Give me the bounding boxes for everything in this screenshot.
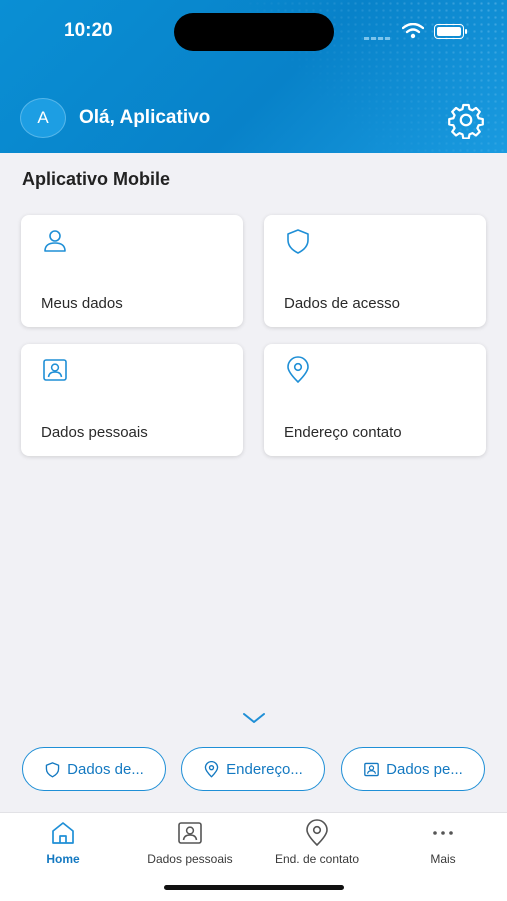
gear-icon[interactable]: [447, 101, 485, 139]
location-pin-icon: [204, 760, 219, 777]
tab-label: End. de contato: [274, 852, 360, 866]
status-icons: [364, 22, 467, 40]
card-label: Dados pessoais: [41, 424, 148, 441]
tab-label: Home: [46, 852, 80, 866]
id-card-icon: [364, 762, 379, 776]
section-title: Aplicativo Mobile: [22, 169, 171, 189]
tab-label: Mais: [430, 852, 456, 866]
card-label: Dados de acesso: [284, 295, 400, 312]
tab-end-de-contato[interactable]: End. de contato: [254, 819, 380, 866]
home-indicator: [164, 885, 344, 890]
card-label: Meus dados: [41, 295, 123, 312]
dynamic-island: [174, 13, 334, 51]
home-icon: [52, 822, 74, 844]
tab-label: Dados pessoais: [147, 852, 233, 866]
status-time: 10:20: [64, 20, 113, 41]
wifi-icon: [402, 23, 424, 39]
shortcut-label: Dados pe...: [386, 760, 463, 778]
shortcut-endereco[interactable]: Endereço...: [181, 747, 325, 791]
greeting-text: Olá, Aplicativo: [79, 107, 211, 128]
location-pin-icon: [287, 356, 309, 383]
battery-icon: [434, 23, 467, 39]
signal-icon: [364, 22, 392, 40]
chevron-down-icon[interactable]: [241, 708, 267, 728]
shortcut-dados-pessoais[interactable]: Dados pe...: [341, 747, 485, 791]
more-dots-icon: [433, 831, 453, 835]
app-header: 10:20 A Olá, Aplicativo: [0, 0, 507, 153]
card-label: Endereço contato: [284, 424, 402, 441]
shield-icon: [45, 761, 60, 777]
shield-icon: [287, 229, 309, 254]
tab-home[interactable]: Home: [0, 819, 126, 866]
tab-dados-pessoais[interactable]: Dados pessoais: [127, 819, 253, 866]
tab-mais[interactable]: Mais: [380, 819, 506, 866]
location-pin-icon: [306, 819, 328, 846]
id-card-icon: [178, 822, 202, 844]
card-endereco-contato[interactable]: Endereço contato: [264, 344, 486, 456]
id-card-icon: [43, 359, 67, 381]
card-dados-de-acesso[interactable]: Dados de acesso: [264, 215, 486, 327]
person-icon: [44, 230, 66, 252]
shortcut-label: Dados de...: [67, 760, 144, 778]
shortcut-dados-de-acesso[interactable]: Dados de...: [22, 747, 166, 791]
avatar[interactable]: A: [20, 98, 66, 138]
shortcut-label: Endereço...: [226, 760, 303, 778]
card-meus-dados[interactable]: Meus dados: [21, 215, 243, 327]
card-dados-pessoais[interactable]: Dados pessoais: [21, 344, 243, 456]
